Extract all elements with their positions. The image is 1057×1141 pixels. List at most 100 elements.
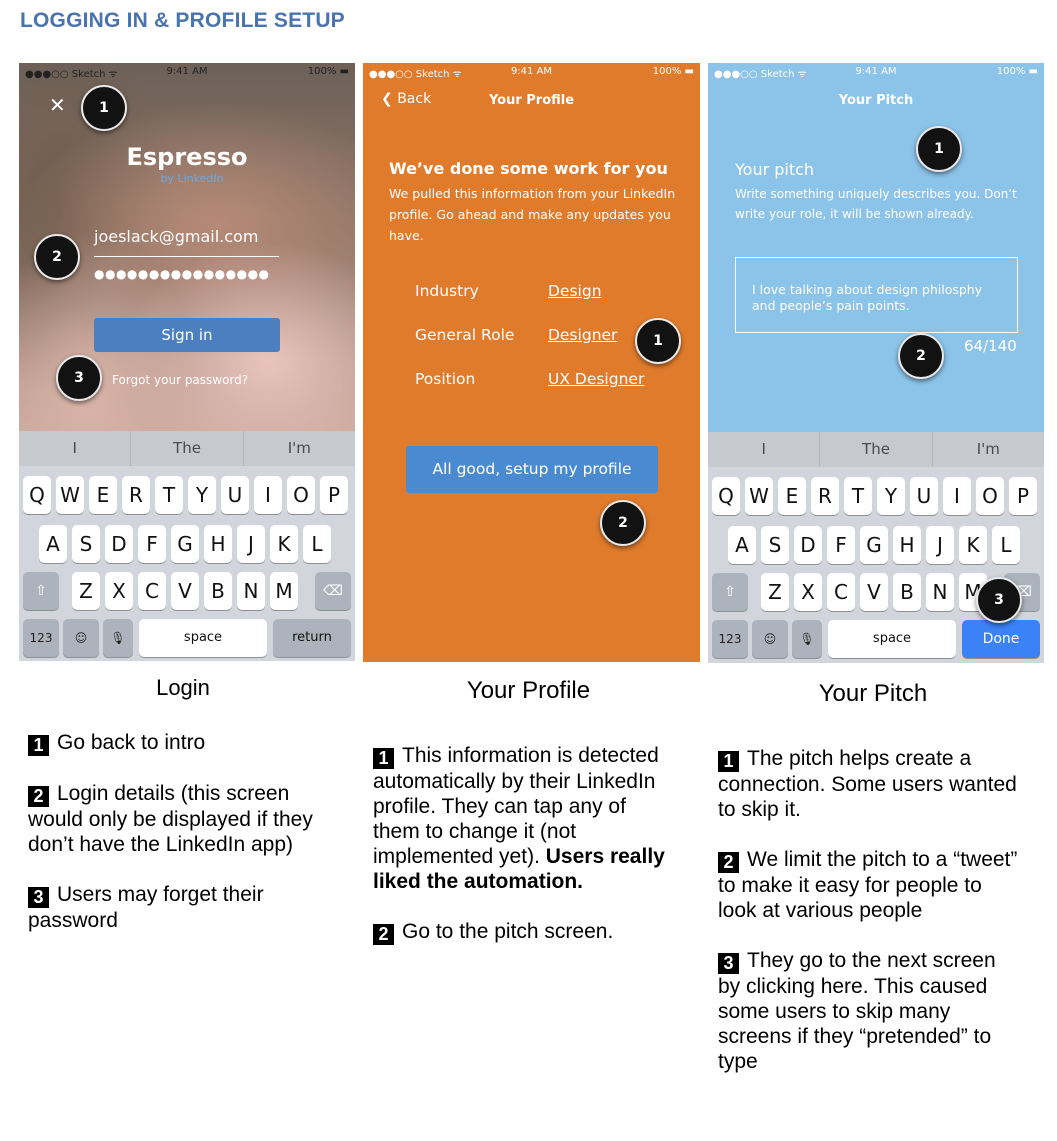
key[interactable]: Z xyxy=(72,572,100,610)
return-key[interactable]: return xyxy=(273,619,351,657)
key[interactable]: Q xyxy=(23,476,51,514)
clock: 9:41 AM xyxy=(855,66,897,77)
key[interactable]: E xyxy=(89,476,117,514)
keyboard: Q W E R T Y U I O P A S D F G H J K L ⇧ … xyxy=(19,466,355,661)
annotation-marker: 1 xyxy=(81,85,127,131)
login-notes: 1 Go back to intro 2 Login details (this s… xyxy=(28,730,338,958)
note-number: 3 xyxy=(28,887,49,908)
clock: 9:41 AM xyxy=(166,66,208,77)
forgot-password-link[interactable]: Forgot your password? xyxy=(112,373,248,387)
field-value-position[interactable]: UX Designer xyxy=(548,370,644,388)
key[interactable]: U xyxy=(910,477,938,515)
status-bar: ●●●○○ Sketch ᯤ 9:41 AM 100% ▬ xyxy=(708,66,1044,80)
suggestion-item[interactable]: The xyxy=(820,432,933,467)
key[interactable]: T xyxy=(844,477,872,515)
key[interactable]: O xyxy=(976,477,1004,515)
done-key[interactable]: Done xyxy=(962,620,1040,658)
page-title: LOGGING IN & PROFILE SETUP xyxy=(20,9,345,32)
key[interactable]: U xyxy=(221,476,249,514)
key[interactable]: D xyxy=(105,525,133,563)
key[interactable]: T xyxy=(155,476,183,514)
key[interactable]: K xyxy=(959,526,987,564)
key[interactable]: X xyxy=(105,572,133,610)
note-item: 1 The pitch helps create a connection. So… xyxy=(718,746,1018,822)
backspace-key-icon[interactable]: ⌫ xyxy=(315,572,351,610)
email-field[interactable]: joeslack@gmail.com xyxy=(94,225,279,257)
pitch-textarea[interactable]: I love talking about design philosphy an… xyxy=(735,257,1018,333)
key[interactable]: V xyxy=(860,573,888,611)
key[interactable]: V xyxy=(171,572,199,610)
key[interactable]: W xyxy=(745,477,773,515)
key[interactable]: A xyxy=(39,525,67,563)
key[interactable]: J xyxy=(926,526,954,564)
key[interactable]: S xyxy=(761,526,789,564)
note-text: They go to the next screen by clicking h… xyxy=(718,949,996,1073)
key[interactable]: L xyxy=(303,525,331,563)
screen-caption: Your Profile xyxy=(466,677,591,704)
screen-caption: Login xyxy=(156,675,210,700)
key[interactable]: S xyxy=(72,525,100,563)
annotation-marker: 1 xyxy=(635,318,681,364)
key[interactable]: Z xyxy=(761,573,789,611)
emoji-key-icon[interactable]: ☺ xyxy=(63,619,99,657)
shift-key-icon[interactable]: ⇧ xyxy=(712,573,748,611)
emoji-key-icon[interactable]: ☺ xyxy=(752,620,788,658)
microphone-key-icon[interactable]: 🎙 xyxy=(103,619,133,657)
key[interactable]: R xyxy=(811,477,839,515)
key[interactable]: P xyxy=(320,476,348,514)
field-value-general-role[interactable]: Designer xyxy=(548,326,617,344)
key[interactable]: N xyxy=(926,573,954,611)
key[interactable]: K xyxy=(270,525,298,563)
shift-key-icon[interactable]: ⇧ xyxy=(23,572,59,610)
note-number: 1 xyxy=(373,748,394,769)
key[interactable]: O xyxy=(287,476,315,514)
key[interactable]: P xyxy=(1009,477,1037,515)
character-counter: 64/140 xyxy=(964,337,1017,355)
numbers-key[interactable]: 123 xyxy=(712,620,748,658)
key[interactable]: G xyxy=(171,525,199,563)
space-key[interactable]: space xyxy=(139,619,267,657)
key[interactable]: I xyxy=(254,476,282,514)
key[interactable]: H xyxy=(893,526,921,564)
suggestion-item[interactable]: The xyxy=(131,431,244,466)
setup-profile-button[interactable]: All good, setup my profile xyxy=(406,446,658,493)
key[interactable]: L xyxy=(992,526,1020,564)
suggestion-item[interactable]: I xyxy=(708,432,821,467)
sign-in-button[interactable]: Sign in xyxy=(94,318,280,352)
numbers-key[interactable]: 123 xyxy=(23,619,59,657)
space-key[interactable]: space xyxy=(828,620,956,658)
key[interactable]: C xyxy=(138,572,166,610)
clock: 9:41 AM xyxy=(510,66,553,77)
key[interactable]: Y xyxy=(188,476,216,514)
key[interactable]: F xyxy=(827,526,855,564)
key[interactable]: C xyxy=(827,573,855,611)
keyboard: Q W E R T Y U I O P A S D F G H J K L ⇧ … xyxy=(708,467,1044,663)
key[interactable]: A xyxy=(728,526,756,564)
key[interactable]: J xyxy=(237,525,265,563)
key[interactable]: Y xyxy=(877,477,905,515)
key[interactable]: E xyxy=(778,477,806,515)
key[interactable]: F xyxy=(138,525,166,563)
key[interactable]: R xyxy=(122,476,150,514)
password-field[interactable]: ●●●●●●●●●●●●●●●● xyxy=(94,267,279,289)
suggestion-item[interactable]: I'm xyxy=(244,431,355,466)
key[interactable]: I xyxy=(943,477,971,515)
note-number: 1 xyxy=(28,735,49,756)
key[interactable]: D xyxy=(794,526,822,564)
key[interactable]: W xyxy=(56,476,84,514)
microphone-key-icon[interactable]: 🎙 xyxy=(792,620,822,658)
key[interactable]: B xyxy=(893,573,921,611)
field-value-industry[interactable]: Design xyxy=(548,282,602,300)
key[interactable]: B xyxy=(204,572,232,610)
key[interactable]: N xyxy=(237,572,265,610)
key[interactable]: G xyxy=(860,526,888,564)
key[interactable]: M xyxy=(270,572,298,610)
key[interactable]: Q xyxy=(712,477,740,515)
suggestion-item[interactable]: I'm xyxy=(933,432,1044,467)
key[interactable]: X xyxy=(794,573,822,611)
key[interactable]: H xyxy=(204,525,232,563)
profile-headline: We’ve done some work for you xyxy=(389,159,668,178)
suggestion-item[interactable]: I xyxy=(19,431,132,466)
note-number: 2 xyxy=(373,924,394,945)
close-icon[interactable]: ✕ xyxy=(49,93,66,117)
